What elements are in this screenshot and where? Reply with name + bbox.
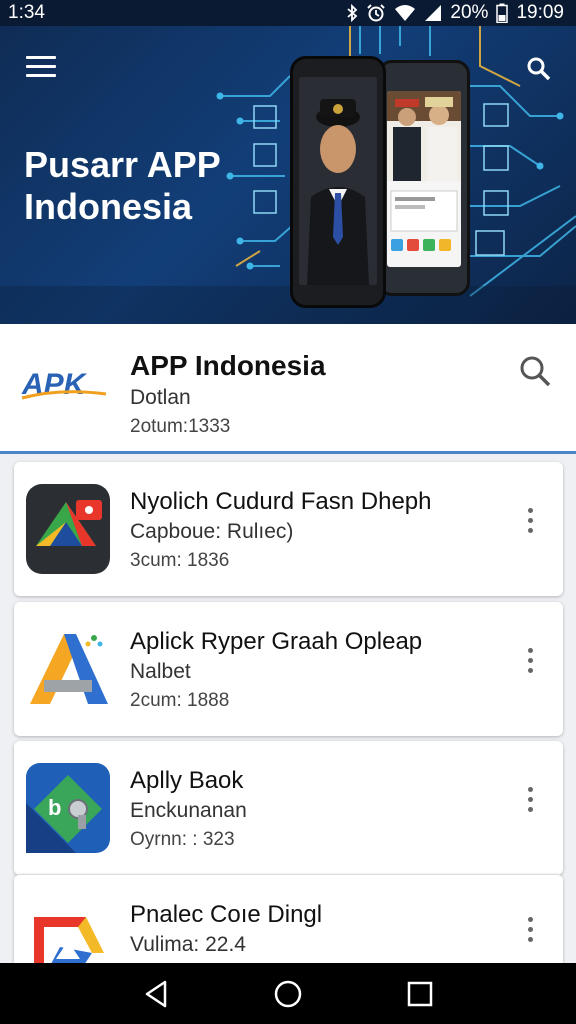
- more-options-icon[interactable]: [522, 648, 538, 678]
- svg-text:b: b: [48, 795, 61, 820]
- featured-app-meta: 2otum:1333: [130, 416, 231, 437]
- drive-app-icon: [26, 897, 110, 963]
- featured-app[interactable]: APK APP Indonesia Dotlan 2otum:1333: [0, 324, 576, 454]
- phone-back-screen: [387, 91, 461, 267]
- status-time: 19:09: [516, 2, 564, 23]
- app-subtitle: Nalbet: [130, 660, 191, 683]
- puzzle-app-icon: b: [26, 763, 110, 853]
- more-options-icon[interactable]: [522, 787, 538, 817]
- phone-front-screen: [299, 77, 377, 285]
- phone-mockup-back: [378, 60, 470, 296]
- app-list: Nyolich Cudurd Fasn Dheph Capboue: Rulıe…: [0, 458, 576, 963]
- status-bar: 1:34 20% 19:09: [0, 0, 576, 26]
- signal-icon: [424, 4, 442, 22]
- navigation-bar: [0, 963, 576, 1024]
- app-name: Pnalec Coıe Dingl: [130, 901, 323, 928]
- hero-title-line2: Indonesia: [24, 186, 193, 227]
- battery-percent: 20%: [450, 2, 489, 23]
- app-meta: 2cum: 1888: [130, 690, 230, 711]
- wifi-icon: [394, 4, 416, 22]
- bluetooth-icon: [346, 4, 358, 22]
- hero-title-line1: Pusarr APP: [24, 144, 221, 185]
- app-name: Aplly Baok: [130, 767, 244, 794]
- list-item[interactable]: Aplick Ryper Graah Opleap Nalbet 2cum: 1…: [14, 602, 563, 736]
- app-meta: 3cum: 1836: [130, 550, 230, 571]
- app-meta: Oyrnn: : 323: [130, 829, 235, 850]
- app-name: Aplick Ryper Graah Opleap: [130, 628, 423, 655]
- featured-app-name: APP Indonesia: [130, 350, 326, 381]
- app-subtitle: Vulima: 22.4: [130, 933, 246, 956]
- status-icons: 20% 19:09: [346, 2, 564, 24]
- featured-search-icon[interactable]: [518, 354, 552, 388]
- more-options-icon[interactable]: [522, 508, 538, 538]
- apk-logo: APK: [20, 364, 110, 409]
- status-left-time: 1:34: [8, 2, 45, 23]
- hero-title: Pusarr APP Indonesia: [24, 144, 264, 228]
- list-item[interactable]: b Aplly Baok Enckunanan Oyrnn: : 323: [14, 741, 563, 875]
- alarm-icon: [366, 4, 386, 22]
- list-item[interactable]: Nyolich Cudurd Fasn Dheph Capboue: Rulıe…: [14, 462, 563, 596]
- menu-icon[interactable]: [26, 56, 56, 80]
- featured-app-subtitle: Dotlan: [130, 386, 191, 409]
- app-name: Nyolich Cudurd Fasn Dheph: [130, 488, 432, 515]
- battery-icon: [496, 3, 509, 23]
- hero-banner: Pusarr APP Indonesia: [0, 26, 576, 324]
- phone-mockup-front: [290, 56, 386, 308]
- a-logo-app-icon: [26, 624, 110, 714]
- more-options-icon[interactable]: [522, 917, 538, 947]
- gallery-app-icon: [26, 484, 110, 574]
- home-icon[interactable]: [268, 974, 308, 1014]
- app-subtitle: Enckunanan: [130, 799, 247, 822]
- search-icon[interactable]: [526, 56, 552, 82]
- recents-icon[interactable]: [400, 974, 440, 1014]
- list-item[interactable]: Pnalec Coıe Dingl Vulima: 22.4: [14, 874, 563, 963]
- back-icon[interactable]: [136, 974, 176, 1014]
- app-subtitle: Capboue: Rulıec): [130, 520, 294, 543]
